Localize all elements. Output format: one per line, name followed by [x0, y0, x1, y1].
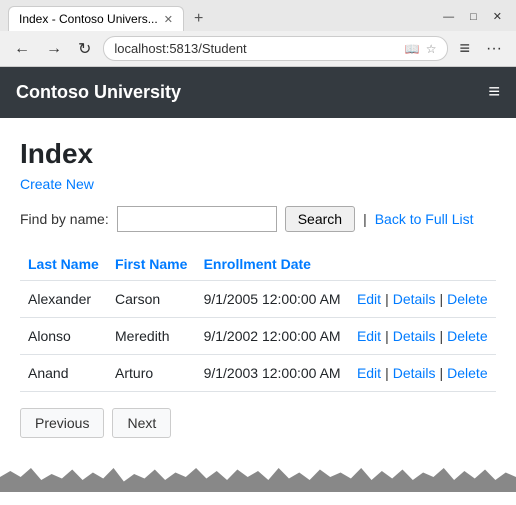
previous-button[interactable]: Previous [20, 408, 104, 438]
details-link[interactable]: Details [393, 328, 436, 344]
url-bar[interactable]: localhost:5813/Student 📖 ☆ [103, 36, 447, 61]
browser-menu-button[interactable]: ≡ [456, 36, 475, 61]
page-title: Index [20, 138, 496, 170]
page-content: Index Create New Find by name: Search | … [0, 118, 516, 458]
window-controls: — □ ✕ [437, 8, 508, 29]
cell-actions: Edit|Details|Delete [349, 318, 496, 355]
next-button[interactable]: Next [112, 408, 171, 438]
cell-last-name: Alexander [20, 281, 107, 318]
delete-link[interactable]: Delete [447, 291, 487, 307]
table-row: AnandArturo9/1/2003 12:00:00 AMEdit|Deta… [20, 355, 496, 392]
create-new-link[interactable]: Create New [20, 176, 94, 192]
col-last-name[interactable]: Last Name [20, 248, 107, 281]
search-row: Find by name: Search | Back to Full List [20, 206, 496, 232]
action-separator: | [385, 291, 389, 307]
edit-link[interactable]: Edit [357, 328, 381, 344]
find-by-name-label: Find by name: [20, 211, 109, 227]
cell-enrollment-date: 9/1/2002 12:00:00 AM [196, 318, 349, 355]
action-separator: | [385, 328, 389, 344]
students-table: Last Name First Name Enrollment Date Ale… [20, 248, 496, 392]
search-input[interactable] [117, 206, 277, 232]
back-to-full-list-link[interactable]: Back to Full List [375, 211, 474, 227]
bookmark-icon[interactable]: ☆ [426, 42, 437, 56]
maximize-button[interactable]: □ [464, 9, 483, 25]
col-actions-header [349, 248, 496, 281]
reader-icon: 📖 [405, 42, 420, 56]
details-link[interactable]: Details [393, 291, 436, 307]
table-row: AlexanderCarson9/1/2005 12:00:00 AMEdit|… [20, 281, 496, 318]
col-enrollment-date[interactable]: Enrollment Date [196, 248, 349, 281]
cell-last-name: Alonso [20, 318, 107, 355]
app-header: Contoso University ≡ [0, 67, 516, 118]
browser-chrome: Index - Contoso Univers... ✕ + — □ ✕ ← →… [0, 0, 516, 67]
col-first-name[interactable]: First Name [107, 248, 196, 281]
edit-link[interactable]: Edit [357, 365, 381, 381]
cell-first-name: Carson [107, 281, 196, 318]
action-separator: | [440, 328, 444, 344]
cell-first-name: Arturo [107, 355, 196, 392]
tab-title: Index - Contoso Univers... [19, 12, 158, 26]
tab-bar: Index - Contoso Univers... ✕ + — □ ✕ [0, 0, 516, 31]
delete-link[interactable]: Delete [447, 365, 487, 381]
pagination: Previous Next [20, 408, 496, 438]
address-bar: ← → ↻ localhost:5813/Student 📖 ☆ ≡ ··· [0, 31, 516, 66]
cell-enrollment-date: 9/1/2005 12:00:00 AM [196, 281, 349, 318]
app-title: Contoso University [16, 82, 181, 103]
minimize-button[interactable]: — [437, 9, 460, 25]
more-options-button[interactable]: ··· [482, 38, 506, 60]
new-tab-button[interactable]: + [188, 8, 209, 30]
table-row: AlonsoMeredith9/1/2002 12:00:00 AMEdit|D… [20, 318, 496, 355]
close-window-button[interactable]: ✕ [487, 8, 508, 25]
action-separator: | [440, 291, 444, 307]
delete-link[interactable]: Delete [447, 328, 487, 344]
url-text: localhost:5813/Student [114, 41, 398, 56]
refresh-button[interactable]: ↻ [74, 37, 95, 61]
table-body: AlexanderCarson9/1/2005 12:00:00 AMEdit|… [20, 281, 496, 392]
tab-close-icon[interactable]: ✕ [164, 13, 173, 26]
details-link[interactable]: Details [393, 365, 436, 381]
cell-actions: Edit|Details|Delete [349, 281, 496, 318]
cell-actions: Edit|Details|Delete [349, 355, 496, 392]
ragged-bottom-decoration [0, 462, 516, 492]
action-separator: | [440, 365, 444, 381]
cell-last-name: Anand [20, 355, 107, 392]
cell-enrollment-date: 9/1/2003 12:00:00 AM [196, 355, 349, 392]
action-separator: | [385, 365, 389, 381]
search-button[interactable]: Search [285, 206, 355, 232]
table-header: Last Name First Name Enrollment Date [20, 248, 496, 281]
back-button[interactable]: ← [10, 38, 34, 60]
edit-link[interactable]: Edit [357, 291, 381, 307]
cell-first-name: Meredith [107, 318, 196, 355]
forward-button[interactable]: → [42, 38, 66, 60]
active-tab[interactable]: Index - Contoso Univers... ✕ [8, 6, 184, 31]
hamburger-menu-button[interactable]: ≡ [488, 81, 500, 104]
separator: | [363, 211, 367, 227]
